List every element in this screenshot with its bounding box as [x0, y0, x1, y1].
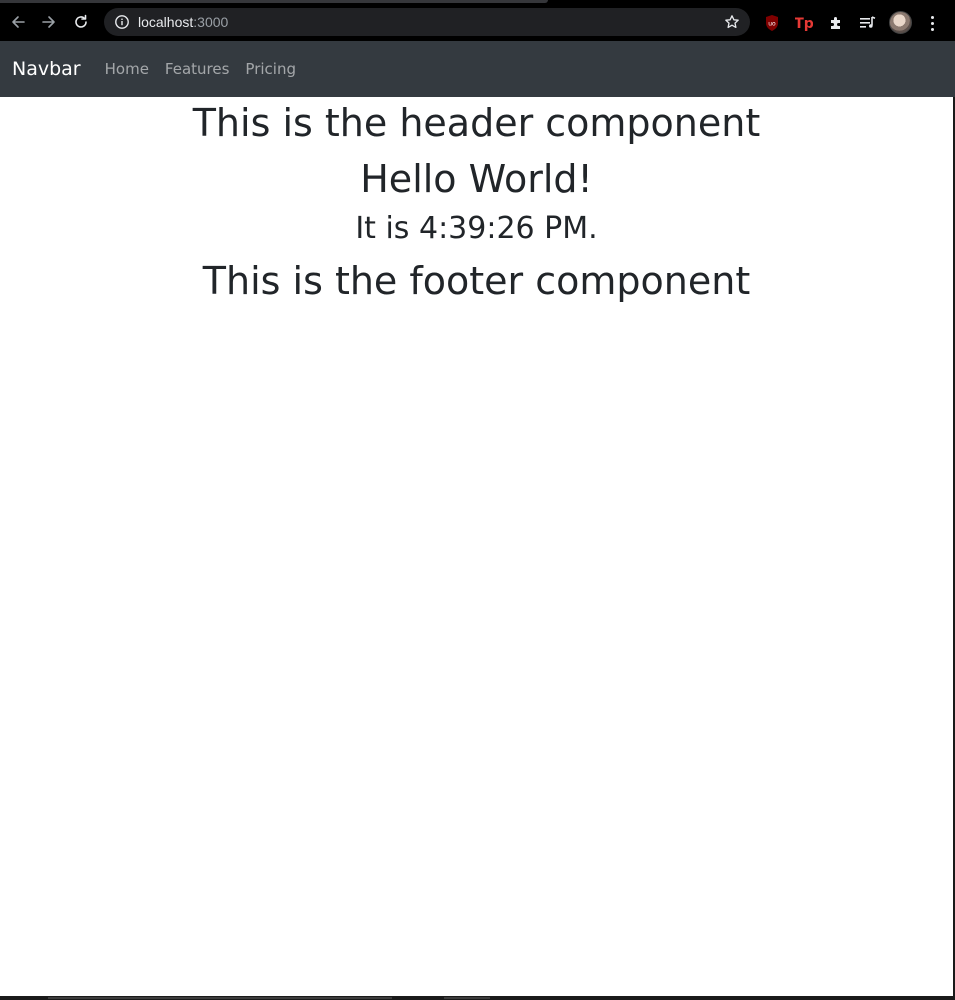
- url-host: localhost: [138, 14, 194, 30]
- back-arrow-icon[interactable]: [5, 9, 31, 35]
- url-text[interactable]: localhost:3000: [138, 14, 228, 30]
- forward-arrow-icon[interactable]: [36, 9, 62, 35]
- header-component-heading: This is the header component: [192, 101, 761, 145]
- address-bar[interactable]: localhost:3000: [104, 8, 750, 36]
- tp-extension-icon[interactable]: Tp: [794, 13, 814, 33]
- nav-link-pricing[interactable]: Pricing: [245, 60, 296, 78]
- menu-dot: [930, 27, 934, 31]
- svg-text:uo: uo: [768, 21, 776, 28]
- navbar-brand[interactable]: Navbar: [12, 58, 81, 80]
- star-icon[interactable]: [724, 14, 740, 30]
- reload-icon[interactable]: [68, 9, 94, 35]
- nav-links: Home Features Pricing: [105, 60, 312, 78]
- menu-dot: [930, 15, 934, 19]
- app-navbar: Navbar Home Features Pricing: [0, 41, 955, 97]
- browser-window: localhost:3000 uo Tp Navbar Home Feature…: [0, 0, 955, 1000]
- active-tab-edge[interactable]: [0, 0, 548, 3]
- media-queue-icon[interactable]: [858, 13, 878, 33]
- bottom-edge-segment: [444, 997, 490, 999]
- current-time-text: It is 4:39:26 PM.: [355, 211, 598, 246]
- hello-world-heading: Hello World!: [360, 157, 593, 201]
- footer-component-heading: This is the footer component: [202, 259, 751, 303]
- puzzle-piece-icon[interactable]: [826, 13, 846, 33]
- window-bottom-edge: [0, 996, 955, 1000]
- main-content: This is the header component Hello World…: [0, 97, 953, 313]
- nav-link-home[interactable]: Home: [105, 60, 149, 78]
- nav-link-features[interactable]: Features: [165, 60, 230, 78]
- bottom-edge-segment: [48, 997, 392, 999]
- info-icon[interactable]: [114, 14, 130, 30]
- svg-text:Tp: Tp: [795, 16, 813, 31]
- menu-dot: [930, 21, 934, 25]
- browser-toolbar: localhost:3000 uo Tp: [0, 4, 955, 41]
- ublock-shield-icon[interactable]: uo: [762, 13, 782, 33]
- url-port: :3000: [193, 14, 229, 30]
- kebab-menu-icon[interactable]: [924, 13, 940, 33]
- avatar[interactable]: [889, 11, 912, 34]
